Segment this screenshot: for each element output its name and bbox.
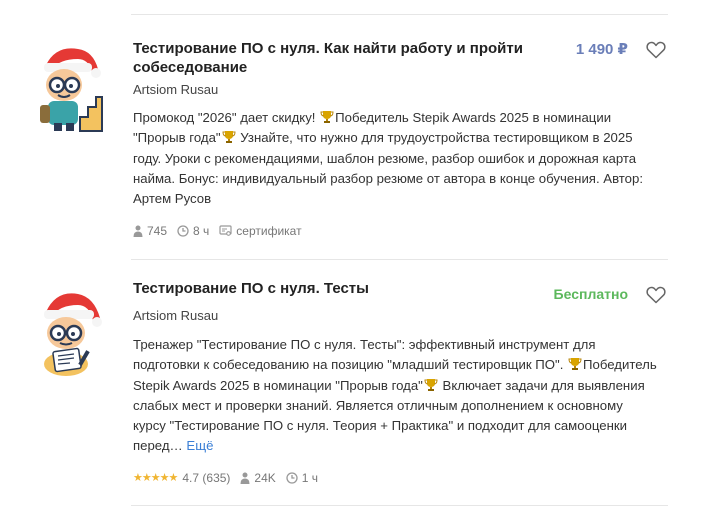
- course-meta: 745 8 ч сертификат: [133, 223, 312, 239]
- clock-icon: [177, 225, 189, 237]
- certificate-label: сертификат: [236, 224, 302, 238]
- trophy-icon: [222, 131, 236, 144]
- course-description: Тренажер "Тестирование ПО с нуля. Тесты"…: [133, 335, 658, 457]
- duration: 8 ч: [177, 224, 209, 238]
- user-icon: [133, 225, 143, 237]
- course-author[interactable]: Artsiom Rusau: [133, 82, 218, 98]
- certificate-icon: [219, 225, 232, 236]
- description-text: Промокод "2026" дает скидку!: [133, 110, 320, 125]
- course-price: Бесплатно: [553, 286, 628, 302]
- heart-icon[interactable]: [646, 286, 666, 304]
- show-more-link[interactable]: Ещё: [186, 438, 213, 453]
- course-meta: ★ ★ ★ ★ ★ 4.7 (635) 24K 1 ч: [133, 470, 328, 486]
- course-cover-image[interactable]: [38, 43, 104, 133]
- learners-value: 24K: [254, 471, 276, 485]
- description-text: Тренажер "Тестирование ПО с нуля. Тесты"…: [133, 337, 596, 373]
- divider: [131, 505, 668, 506]
- star-icon: ★: [133, 472, 143, 484]
- star-icon: ★: [168, 472, 179, 484]
- course-card[interactable]: Тестирование ПО с нуля. Как найти работу…: [0, 15, 715, 259]
- heart-icon[interactable]: [646, 41, 666, 59]
- rating-count: (635): [202, 471, 231, 485]
- star-icon: ★: [150, 472, 161, 484]
- duration: 1 ч: [286, 471, 318, 485]
- course-description: Промокод "2026" дает скидку! Победитель …: [133, 108, 658, 209]
- star-icon: ★: [159, 472, 170, 484]
- trophy-icon: [320, 111, 334, 123]
- course-card[interactable]: Тестирование ПО с нуля. Тесты Бесплатно …: [0, 260, 715, 505]
- trophy-icon: [568, 358, 582, 371]
- user-icon: [240, 472, 250, 484]
- course-title[interactable]: Тестирование ПО с нуля. Тесты: [133, 279, 543, 298]
- duration-value: 8 ч: [193, 224, 210, 238]
- rating-stars: ★ ★ ★ ★ ★: [133, 472, 179, 484]
- rating-value: 4.7: [182, 471, 200, 485]
- course-cover-image[interactable]: [38, 288, 104, 378]
- trophy-icon: [424, 378, 438, 391]
- star-icon: ★: [141, 472, 152, 484]
- learners-value: 745: [147, 224, 168, 238]
- rating: 4.7 (635): [182, 471, 230, 485]
- clock-icon: [286, 472, 298, 484]
- learners-count: 24K: [240, 471, 276, 485]
- course-price: 1 490 ₽: [575, 41, 628, 58]
- duration-value: 1 ч: [301, 471, 319, 485]
- learners-count: 745: [133, 224, 167, 238]
- course-title[interactable]: Тестирование ПО с нуля. Как найти работу…: [133, 39, 543, 77]
- course-author[interactable]: Artsiom Rusau: [133, 308, 218, 324]
- certificate: сертификат: [219, 224, 302, 238]
